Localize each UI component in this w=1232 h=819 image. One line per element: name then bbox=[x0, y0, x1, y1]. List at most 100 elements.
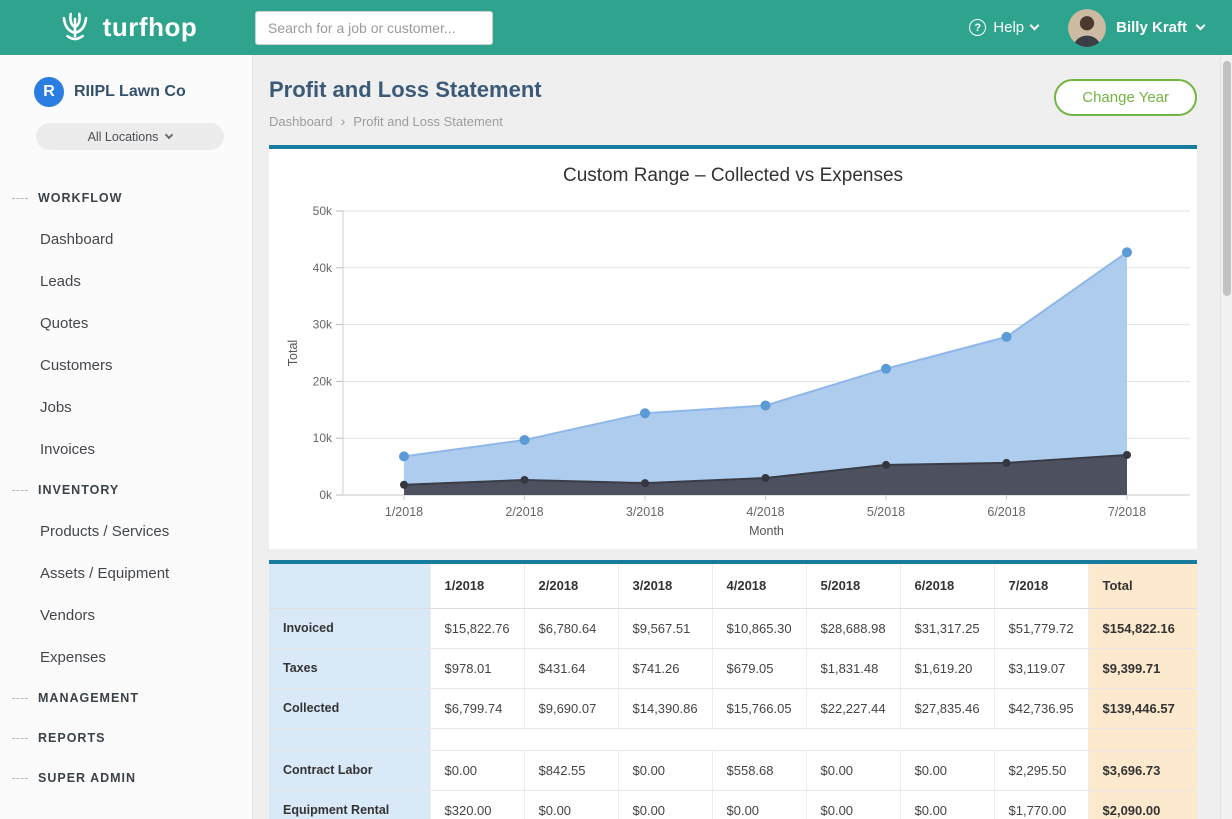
data-point-collected[interactable] bbox=[1002, 332, 1012, 342]
series-area-collected bbox=[404, 252, 1127, 495]
sidebar-item-customers[interactable]: Customers bbox=[0, 344, 252, 386]
table-cell: $42,736.95 bbox=[994, 688, 1088, 728]
table-header-cell: 3/2018 bbox=[618, 564, 712, 608]
turfhop-logo-icon bbox=[56, 8, 94, 47]
y-tick-label: 50k bbox=[313, 204, 333, 218]
sidebar-item-jobs[interactable]: Jobs bbox=[0, 386, 252, 428]
company-badge: R bbox=[34, 77, 64, 107]
row-label-cell: Taxes bbox=[269, 648, 430, 688]
data-point-expenses[interactable] bbox=[400, 481, 408, 489]
table-cell: $15,766.05 bbox=[712, 688, 806, 728]
data-point-expenses[interactable] bbox=[641, 479, 649, 487]
table-header-cell: 6/2018 bbox=[900, 564, 994, 608]
header-right: Help Billy Kraft bbox=[969, 9, 1232, 47]
user-menu[interactable]: Billy Kraft bbox=[1068, 9, 1204, 47]
table-header-cell: 5/2018 bbox=[806, 564, 900, 608]
chevron-down-icon bbox=[165, 131, 173, 139]
nav-section-workflow: WORKFLOW bbox=[0, 178, 252, 218]
table-cell: $842.55 bbox=[524, 750, 618, 790]
row-label-cell: Equipment Rental bbox=[269, 790, 430, 819]
table-cell: $0.00 bbox=[618, 790, 712, 819]
page-head-left: Profit and Loss Statement Dashboard Prof… bbox=[269, 73, 542, 129]
y-tick-label: 0k bbox=[319, 488, 333, 502]
breadcrumb-separator-icon bbox=[341, 113, 346, 129]
sidebar-item-dashboard[interactable]: Dashboard bbox=[0, 218, 252, 260]
table-cell: $1,831.48 bbox=[806, 648, 900, 688]
table-row-collected: Collected$6,799.74$9,690.07$14,390.86$15… bbox=[269, 688, 1197, 728]
x-tick-label: 1/2018 bbox=[385, 505, 423, 519]
data-point-collected[interactable] bbox=[399, 451, 409, 461]
table-cell: $0.00 bbox=[900, 750, 994, 790]
data-point-collected[interactable] bbox=[640, 408, 650, 418]
sidebar-nav: WORKFLOWDashboardLeadsQuotesCustomersJob… bbox=[0, 166, 252, 798]
table-cell: $27,835.46 bbox=[900, 688, 994, 728]
company-name: RIIPL Lawn Co bbox=[74, 83, 186, 101]
change-year-button[interactable]: Change Year bbox=[1054, 79, 1197, 116]
table-header-cell: 4/2018 bbox=[712, 564, 806, 608]
page-head: Profit and Loss Statement Dashboard Prof… bbox=[269, 73, 1197, 129]
user-name: Billy Kraft bbox=[1116, 19, 1187, 36]
y-tick-label: 30k bbox=[313, 318, 333, 332]
row-total-cell: $139,446.57 bbox=[1088, 688, 1197, 728]
data-point-collected[interactable] bbox=[881, 364, 891, 374]
table-cell: $9,690.07 bbox=[524, 688, 618, 728]
table-cell: $0.00 bbox=[806, 750, 900, 790]
table-cell bbox=[430, 728, 1088, 750]
x-tick-label: 2/2018 bbox=[505, 505, 543, 519]
data-point-collected[interactable] bbox=[1122, 247, 1132, 257]
scrollbar-thumb[interactable] bbox=[1223, 61, 1231, 296]
brand: turfhop bbox=[0, 8, 253, 47]
y-tick-label: 40k bbox=[313, 261, 333, 275]
table-cell: $9,567.51 bbox=[618, 608, 712, 648]
table-row-contract-labor: Contract Labor$0.00$842.55$0.00$558.68$0… bbox=[269, 750, 1197, 790]
table-cell: $2,295.50 bbox=[994, 750, 1088, 790]
data-point-collected[interactable] bbox=[520, 435, 530, 445]
search-input[interactable] bbox=[255, 11, 493, 45]
sidebar-item-invoices[interactable]: Invoices bbox=[0, 428, 252, 470]
row-total-cell: $3,696.73 bbox=[1088, 750, 1197, 790]
y-axis-title: Total bbox=[286, 340, 300, 366]
help-menu[interactable]: Help bbox=[969, 19, 1038, 36]
page-title: Profit and Loss Statement bbox=[269, 77, 542, 103]
breadcrumb: Dashboard Profit and Loss Statement bbox=[269, 113, 542, 129]
data-point-expenses[interactable] bbox=[762, 474, 770, 482]
sidebar-item-leads[interactable]: Leads bbox=[0, 260, 252, 302]
table-cell: $3,119.07 bbox=[994, 648, 1088, 688]
x-tick-label: 3/2018 bbox=[626, 505, 664, 519]
row-total-cell: $2,090.00 bbox=[1088, 790, 1197, 819]
nav-section-label: INVENTORY bbox=[38, 483, 119, 497]
brand-name: turfhop bbox=[103, 12, 197, 43]
sidebar-item-assets-equipment[interactable]: Assets / Equipment bbox=[0, 552, 252, 594]
table-cell: $22,227.44 bbox=[806, 688, 900, 728]
row-total-cell: $154,822.16 bbox=[1088, 608, 1197, 648]
app-header: turfhop Help Billy Kraft bbox=[0, 0, 1232, 55]
data-point-expenses[interactable] bbox=[521, 476, 529, 484]
x-tick-label: 7/2018 bbox=[1108, 505, 1146, 519]
sidebar-item-vendors[interactable]: Vendors bbox=[0, 594, 252, 636]
y-tick-label: 20k bbox=[313, 374, 333, 388]
nav-section-super-admin: SUPER ADMIN bbox=[0, 758, 252, 798]
table-row-equipment-rental: Equipment Rental$320.00$0.00$0.00$0.00$0… bbox=[269, 790, 1197, 819]
table-cell: $0.00 bbox=[430, 750, 524, 790]
data-point-expenses[interactable] bbox=[1123, 451, 1131, 459]
nav-section-label: REPORTS bbox=[38, 731, 105, 745]
locations-label: All Locations bbox=[88, 130, 159, 144]
chart-card: Custom Range – Collected vs Expenses0k10… bbox=[269, 145, 1197, 549]
locations-dropdown[interactable]: All Locations bbox=[36, 123, 224, 150]
table-header-cell bbox=[269, 564, 430, 608]
breadcrumb-current: Profit and Loss Statement bbox=[353, 114, 503, 129]
data-point-expenses[interactable] bbox=[882, 461, 890, 469]
section-tick-icon bbox=[12, 738, 28, 739]
sidebar-item-quotes[interactable]: Quotes bbox=[0, 302, 252, 344]
breadcrumb-dashboard[interactable]: Dashboard bbox=[269, 114, 333, 129]
table-cell: $15,822.76 bbox=[430, 608, 524, 648]
section-tick-icon bbox=[12, 490, 28, 491]
app-window: turfhop Help Billy Kraft bbox=[0, 0, 1232, 819]
sidebar-item-products-services[interactable]: Products / Services bbox=[0, 510, 252, 552]
table-row-invoiced: Invoiced$15,822.76$6,780.64$9,567.51$10,… bbox=[269, 608, 1197, 648]
company-row: R RIIPL Lawn Co bbox=[0, 55, 252, 119]
table-cell: $1,619.20 bbox=[900, 648, 994, 688]
data-point-collected[interactable] bbox=[761, 400, 771, 410]
data-point-expenses[interactable] bbox=[1003, 459, 1011, 467]
sidebar-item-expenses[interactable]: Expenses bbox=[0, 636, 252, 678]
